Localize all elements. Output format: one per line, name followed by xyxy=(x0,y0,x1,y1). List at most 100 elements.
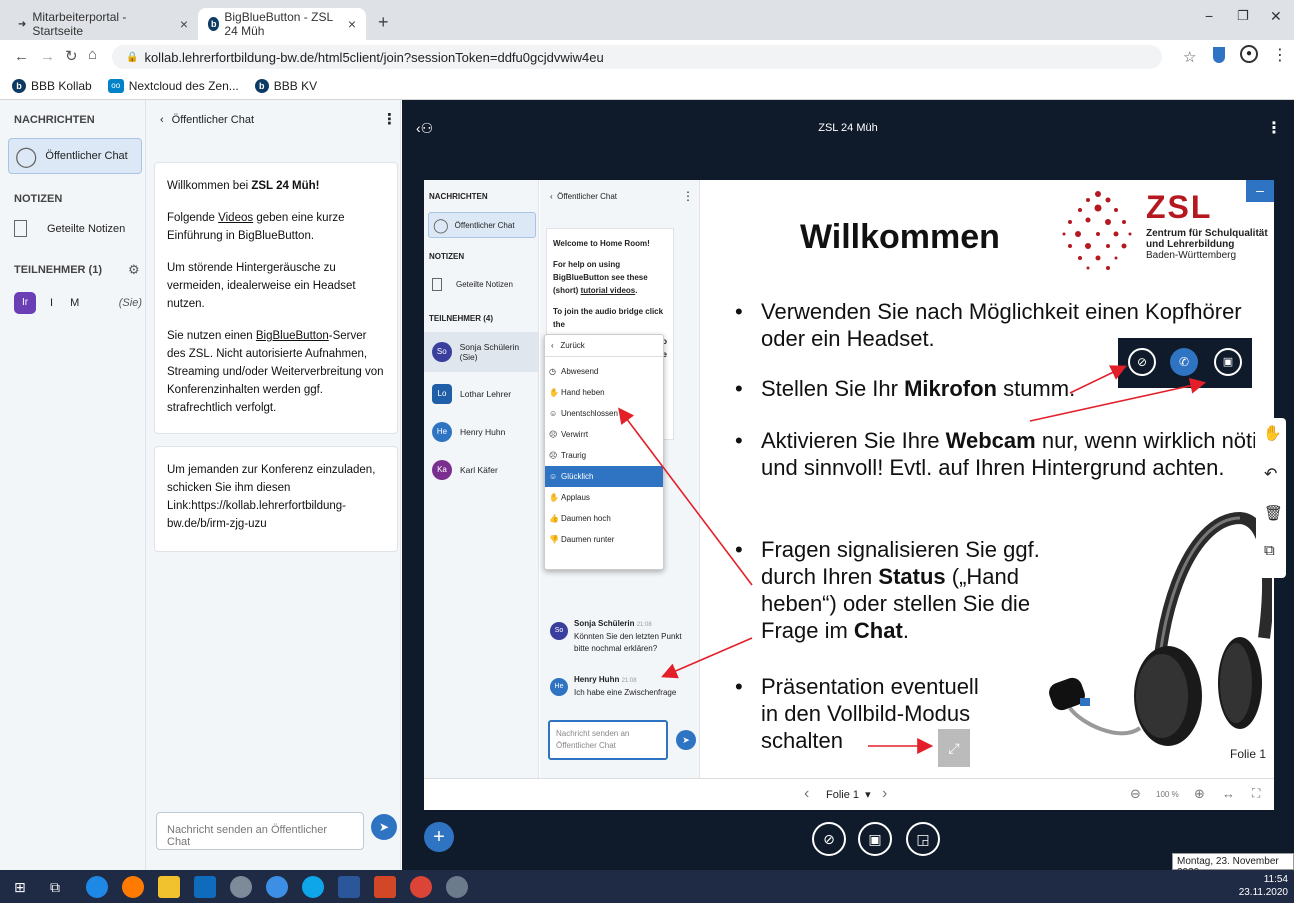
next-slide-icon[interactable]: › xyxy=(882,785,887,803)
status-item-icon: ☹ xyxy=(549,430,558,439)
status-menu-item: ✋ Applaus xyxy=(545,487,663,508)
powerpoint-icon[interactable] xyxy=(374,875,396,898)
participants-settings-gear-icon[interactable]: ⚙ xyxy=(128,262,140,278)
forward-arrow-icon[interactable]: → xyxy=(40,48,55,65)
screenshare-button[interactable]: ◲ xyxy=(906,822,940,856)
bookmark-bbb-kv[interactable]: b BBB KV xyxy=(254,79,318,93)
minimize-presentation-button[interactable]: – xyxy=(1246,180,1274,202)
user-self-tag: (Sie) xyxy=(118,297,142,309)
slide-phone-icon: ✆ xyxy=(1170,348,1198,376)
status-dropdown-menu: ‹ Zurück ◷ Abwesend ✋ Hand heben ☺ Unentschlo… xyxy=(544,334,664,570)
edge-legacy-icon[interactable] xyxy=(86,875,108,898)
windows-start-icon[interactable]: ⊞ xyxy=(14,876,36,898)
meeting-options-icon[interactable]: ⋮ xyxy=(1266,118,1282,138)
actions-plus-button[interactable]: + xyxy=(424,822,454,852)
close-tab-icon[interactable]: × xyxy=(348,16,356,32)
inner-message-1: So Sonja Schülerin 21:08 Könnten Sie den … xyxy=(550,618,698,655)
skype-icon[interactable] xyxy=(302,875,324,898)
inner-participant-4: Ka Karl Käfer xyxy=(432,460,498,480)
reload-icon[interactable]: ↻ xyxy=(65,47,78,65)
send-message-button[interactable]: ➤ xyxy=(371,814,397,840)
undo-icon[interactable]: ↶ xyxy=(1264,464,1277,484)
bullet-status: • Fragen signalisieren Sie ggf. durch Ih… xyxy=(735,537,1040,643)
inner-participants-heading: TEILNEHMER (4) xyxy=(429,314,493,323)
bookmark-nextcloud[interactable]: oo Nextcloud des Zen... xyxy=(107,79,239,93)
slide-heading: Willkommen xyxy=(800,218,1000,256)
url-field[interactable]: 🔒 kollab.lehrerfortbildung-bw.de/html5cl… xyxy=(112,45,1162,69)
back-arrow-icon[interactable]: ← xyxy=(14,48,29,65)
status-item-icon: ✋ xyxy=(549,493,559,502)
bookmarks-bar: b BBB Kollab oo Nextcloud des Zen... b BBB … xyxy=(0,73,1294,100)
webcam-off-icon: ▣ xyxy=(868,830,882,847)
trash-icon[interactable]: 🗑 xyxy=(1264,504,1283,522)
chrome-icon[interactable] xyxy=(410,875,432,898)
close-tab-icon[interactable]: × xyxy=(180,16,188,32)
status-menu-item: ☹ Verwirrt xyxy=(545,424,663,445)
feather-app-icon[interactable] xyxy=(446,875,468,898)
outlook-icon[interactable] xyxy=(194,875,216,898)
shared-notes-nav-item[interactable]: Geteilte Notizen xyxy=(14,220,125,237)
status-item-icon: ☹ xyxy=(549,451,558,460)
bookmark-label: BBB KV xyxy=(273,79,318,93)
new-tab-button[interactable]: + xyxy=(378,12,389,33)
word-icon[interactable] xyxy=(338,875,360,898)
file-explorer-icon[interactable] xyxy=(158,875,180,898)
hand-tool-icon[interactable]: ✋ xyxy=(1263,424,1282,442)
bigbluebutton-link[interactable]: BigBlueButton xyxy=(256,330,329,342)
firefox-icon[interactable] xyxy=(122,875,144,898)
bbb-favicon: b xyxy=(208,17,220,31)
videos-link[interactable]: Videos xyxy=(218,212,253,224)
system-clock[interactable]: 11:54 23.11.2020 xyxy=(1230,873,1288,899)
status-item-icon: ☺ xyxy=(549,472,558,481)
bookmark-star-icon[interactable]: ☆ xyxy=(1183,48,1196,66)
fit-width-icon[interactable]: ↔ xyxy=(1222,786,1235,801)
extension-shield-icon[interactable] xyxy=(1213,47,1225,63)
slide-webcam-icon: ▣ xyxy=(1214,348,1242,376)
inner-chat-options-icon: ⋮ xyxy=(682,189,694,203)
meeting-title: ZSL 24 Müh xyxy=(818,122,878,134)
site-favicon: ➜ xyxy=(18,18,27,30)
bookmark-label: Nextcloud des Zen... xyxy=(128,79,239,93)
participant-self[interactable]: Ir I M (Sie) xyxy=(14,292,142,314)
inner-participant-1: So Sonja Schülerin (Sie) xyxy=(432,342,538,362)
inner-send-icon: ➤ xyxy=(676,730,696,750)
chat-header-title: Öffentlicher Chat xyxy=(171,114,255,126)
multi-user-whiteboard-icon[interactable]: ⧉ xyxy=(1264,542,1275,559)
profile-icon[interactable]: ● xyxy=(1240,45,1258,63)
slide-muted-mic-icon: ⊘ xyxy=(1128,348,1156,376)
status-item-icon: ✋ xyxy=(549,388,559,397)
previous-slide-icon[interactable]: ‹ xyxy=(804,785,809,803)
messages-heading: NACHRICHTEN xyxy=(14,114,95,126)
fullscreen-toggle-icon[interactable]: ⛶ xyxy=(1252,786,1260,801)
tab-mitarbeiterportal[interactable]: ➜ Mitarbeiterportal - Startseite × xyxy=(8,8,198,40)
chat-header[interactable]: ‹ Öffentlicher Chat xyxy=(160,114,254,126)
home-icon[interactable]: ⌂ xyxy=(88,46,97,63)
inner-message-2: He Henry Huhn 21:08 Ich habe eine Zwische… xyxy=(550,674,698,699)
close-window-button[interactable]: ✕ xyxy=(1270,8,1282,25)
webcam-button[interactable]: ▣ xyxy=(858,822,892,856)
chat-message-input[interactable]: Nachricht senden an Öffentlicher Chat xyxy=(156,812,364,850)
muted-mic-icon: ⊘ xyxy=(823,830,835,847)
tool-app-icon[interactable] xyxy=(230,875,252,898)
zoom-in-icon[interactable]: ⊕ xyxy=(1194,786,1205,802)
tab-bigbluebutton[interactable]: b BigBlueButton - ZSL 24 Müh × xyxy=(198,8,366,40)
mute-microphone-button[interactable]: ⊘ xyxy=(812,822,846,856)
task-view-icon[interactable]: ⧉ xyxy=(50,876,72,898)
inner-messages-heading: NACHRICHTEN xyxy=(429,192,488,201)
browser-menu-icon[interactable]: ⋮ xyxy=(1272,45,1288,65)
zoom-out-icon[interactable]: ⊖ xyxy=(1130,786,1141,802)
user-name: I M xyxy=(50,297,80,309)
slide-controls-illustration: ⊘ ✆ ▣ xyxy=(1118,338,1252,388)
bookmark-bbb-kollab[interactable]: b BBB Kollab xyxy=(12,79,92,93)
status-menu-item: ☹ Traurig xyxy=(545,445,663,466)
restore-window-button[interactable]: ❐ xyxy=(1237,8,1249,24)
inner-notes-heading: NOTIZEN xyxy=(429,252,465,261)
internet-explorer-icon[interactable] xyxy=(266,875,288,898)
slide-selector[interactable]: Folie 1 ▾ xyxy=(826,788,871,801)
public-chat-nav-item[interactable]: ◯ Öffentlicher Chat xyxy=(8,138,142,174)
zsl-logo-dots xyxy=(1062,191,1132,270)
minimize-window-button[interactable]: − xyxy=(1205,8,1213,24)
zsl-name: Zentrum für Schulqualität und Lehrerbildu… xyxy=(1146,228,1268,261)
zsl-logo-text: ZSL xyxy=(1146,189,1213,225)
chat-options-icon[interactable]: ⋮ xyxy=(382,110,397,128)
